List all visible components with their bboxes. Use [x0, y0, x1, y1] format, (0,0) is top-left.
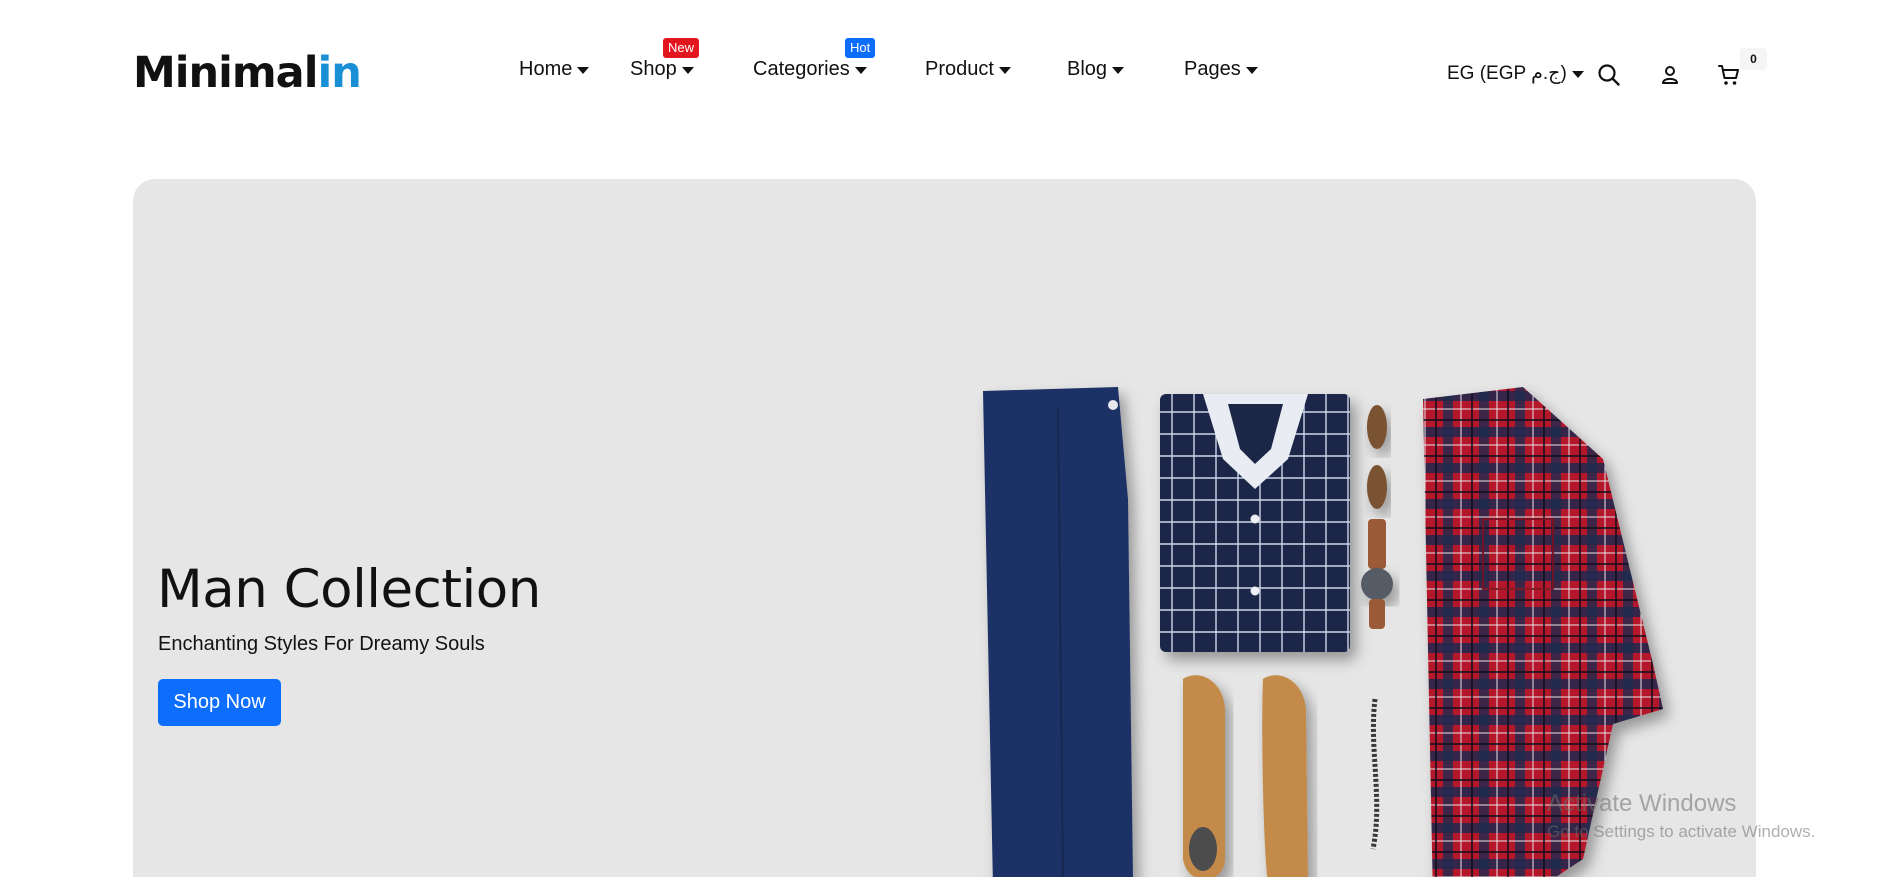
caret-down-icon	[1245, 67, 1258, 74]
logo[interactable]: Minimalin	[133, 52, 362, 95]
site-header: Minimalin Home New Shop Hot Categories P…	[0, 0, 1877, 150]
nav-categories-label: Categories	[753, 58, 850, 80]
cart-count-badge: 0	[1740, 48, 1767, 70]
logo-text-accent: in	[317, 48, 361, 98]
caret-down-icon	[854, 67, 867, 74]
hero-subtitle: Enchanting Styles For Dreamy Souls	[158, 633, 485, 655]
nav-pages-label: Pages	[1184, 58, 1241, 80]
nav-item-pages[interactable]: Pages	[1184, 58, 1258, 81]
nav-item-home[interactable]: Home	[519, 58, 590, 81]
hero-banner: Man Collection Enchanting Styles For Dre…	[133, 179, 1756, 877]
caret-down-icon	[681, 67, 694, 74]
nav-product-label: Product	[925, 58, 994, 80]
nav-item-product[interactable]: Product	[925, 58, 1011, 81]
search-icon[interactable]	[1596, 62, 1622, 88]
nav-item-shop[interactable]: New Shop	[630, 38, 700, 81]
nav-item-categories[interactable]: Hot Categories	[753, 38, 876, 81]
currency-selector[interactable]: EG (EGP ج.م)	[1447, 62, 1584, 85]
caret-down-icon	[1571, 71, 1584, 78]
hero-product-image	[983, 387, 1663, 877]
user-icon[interactable]	[1657, 62, 1683, 88]
nav-shop-label: Shop	[630, 58, 677, 80]
new-badge: New	[663, 38, 700, 58]
currency-label: EG (EGP ج.م)	[1447, 63, 1567, 84]
logo-text-main: Minimal	[133, 48, 318, 98]
caret-down-icon	[577, 67, 590, 74]
nav-item-blog[interactable]: Blog	[1067, 58, 1125, 81]
hero-title: Man Collection	[157, 559, 541, 620]
caret-down-icon	[998, 67, 1011, 74]
caret-down-icon	[1112, 67, 1125, 74]
nav-home-label: Home	[519, 58, 573, 80]
hot-badge: Hot	[845, 38, 876, 58]
nav-blog-label: Blog	[1067, 58, 1108, 80]
cart-icon[interactable]	[1716, 62, 1742, 88]
shop-now-button[interactable]: Shop Now	[158, 679, 281, 726]
